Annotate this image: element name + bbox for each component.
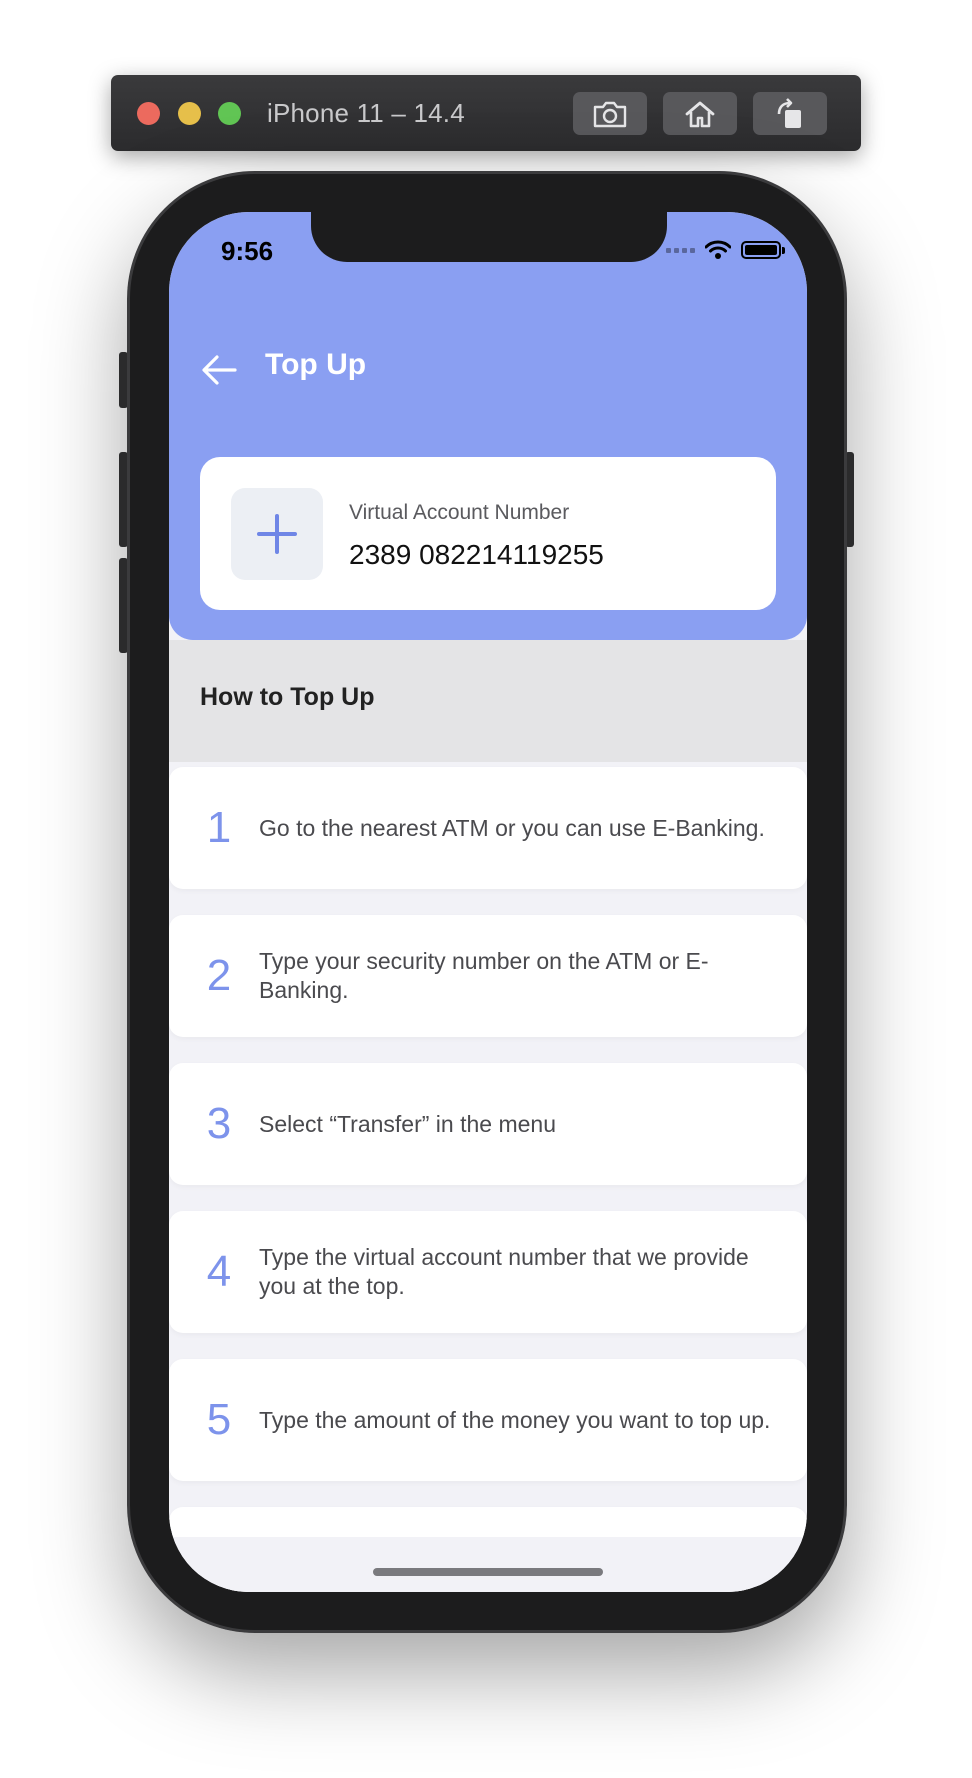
step-text: Go to the nearest ATM or you can use E-B… bbox=[259, 814, 765, 841]
step-number: 5 bbox=[206, 1395, 232, 1444]
wifi-icon bbox=[705, 240, 731, 259]
rotate-button[interactable] bbox=[753, 92, 827, 135]
virtual-account-number: 2389 082214119255 bbox=[349, 539, 604, 570]
home-icon bbox=[685, 101, 715, 127]
step-item: 4 Type the virtual account number that w… bbox=[169, 1211, 807, 1333]
plus-icon bbox=[257, 514, 297, 554]
simulator-title-bar: iPhone 11 – 14.4 bbox=[111, 75, 861, 151]
step-text: Type the virtual account number that we … bbox=[259, 1244, 749, 1299]
step-number: 3 bbox=[206, 1099, 232, 1148]
minimize-window-button[interactable] bbox=[178, 102, 201, 125]
battery-icon bbox=[741, 241, 785, 259]
back-arrow-icon[interactable] bbox=[199, 350, 239, 390]
step-item: 1 Go to the nearest ATM or you can use E… bbox=[169, 767, 807, 889]
how-to-section-header: How to Top Up bbox=[169, 640, 807, 762]
add-button[interactable] bbox=[231, 488, 323, 580]
zoom-window-button[interactable] bbox=[218, 102, 241, 125]
status-icons bbox=[666, 240, 785, 260]
step-text: Select “Transfer” in the menu bbox=[259, 1110, 556, 1137]
close-window-button[interactable] bbox=[137, 102, 160, 125]
app-screen: 9:56 Top Up Virtual Account Number 2389 … bbox=[169, 212, 807, 1592]
screen-bottom-area bbox=[169, 1537, 807, 1592]
virtual-account-label: Virtual Account Number bbox=[349, 501, 570, 524]
simulator-title: iPhone 11 – 14.4 bbox=[267, 98, 465, 128]
cellular-signal-icon bbox=[666, 247, 695, 253]
rotate-icon bbox=[777, 97, 801, 128]
notch bbox=[311, 212, 667, 262]
step-number: 4 bbox=[206, 1247, 232, 1296]
step-item: 5 Type the amount of the money you want … bbox=[169, 1359, 807, 1481]
status-time: 9:56 bbox=[221, 236, 274, 266]
how-to-title: How to Top Up bbox=[200, 683, 375, 711]
step-item: 3 Select “Transfer” in the menu bbox=[169, 1063, 807, 1185]
home-button[interactable] bbox=[663, 92, 737, 135]
camera-icon bbox=[593, 101, 627, 127]
step-number: 2 bbox=[206, 951, 232, 1000]
page-title: Top Up bbox=[265, 348, 367, 381]
top-header: 9:56 Top Up Virtual Account Number 2389 … bbox=[169, 212, 807, 640]
step-item: 2 Type your security number on the ATM o… bbox=[169, 915, 807, 1037]
step-number: 1 bbox=[206, 803, 232, 852]
virtual-account-card: Virtual Account Number 2389 082214119255 bbox=[200, 457, 776, 610]
screenshot-button[interactable] bbox=[573, 92, 647, 135]
step-text: Type the amount of the money you want to… bbox=[259, 1406, 771, 1433]
home-indicator[interactable] bbox=[373, 1568, 603, 1576]
step-text: Type your security number on the ATM or … bbox=[259, 948, 709, 1003]
